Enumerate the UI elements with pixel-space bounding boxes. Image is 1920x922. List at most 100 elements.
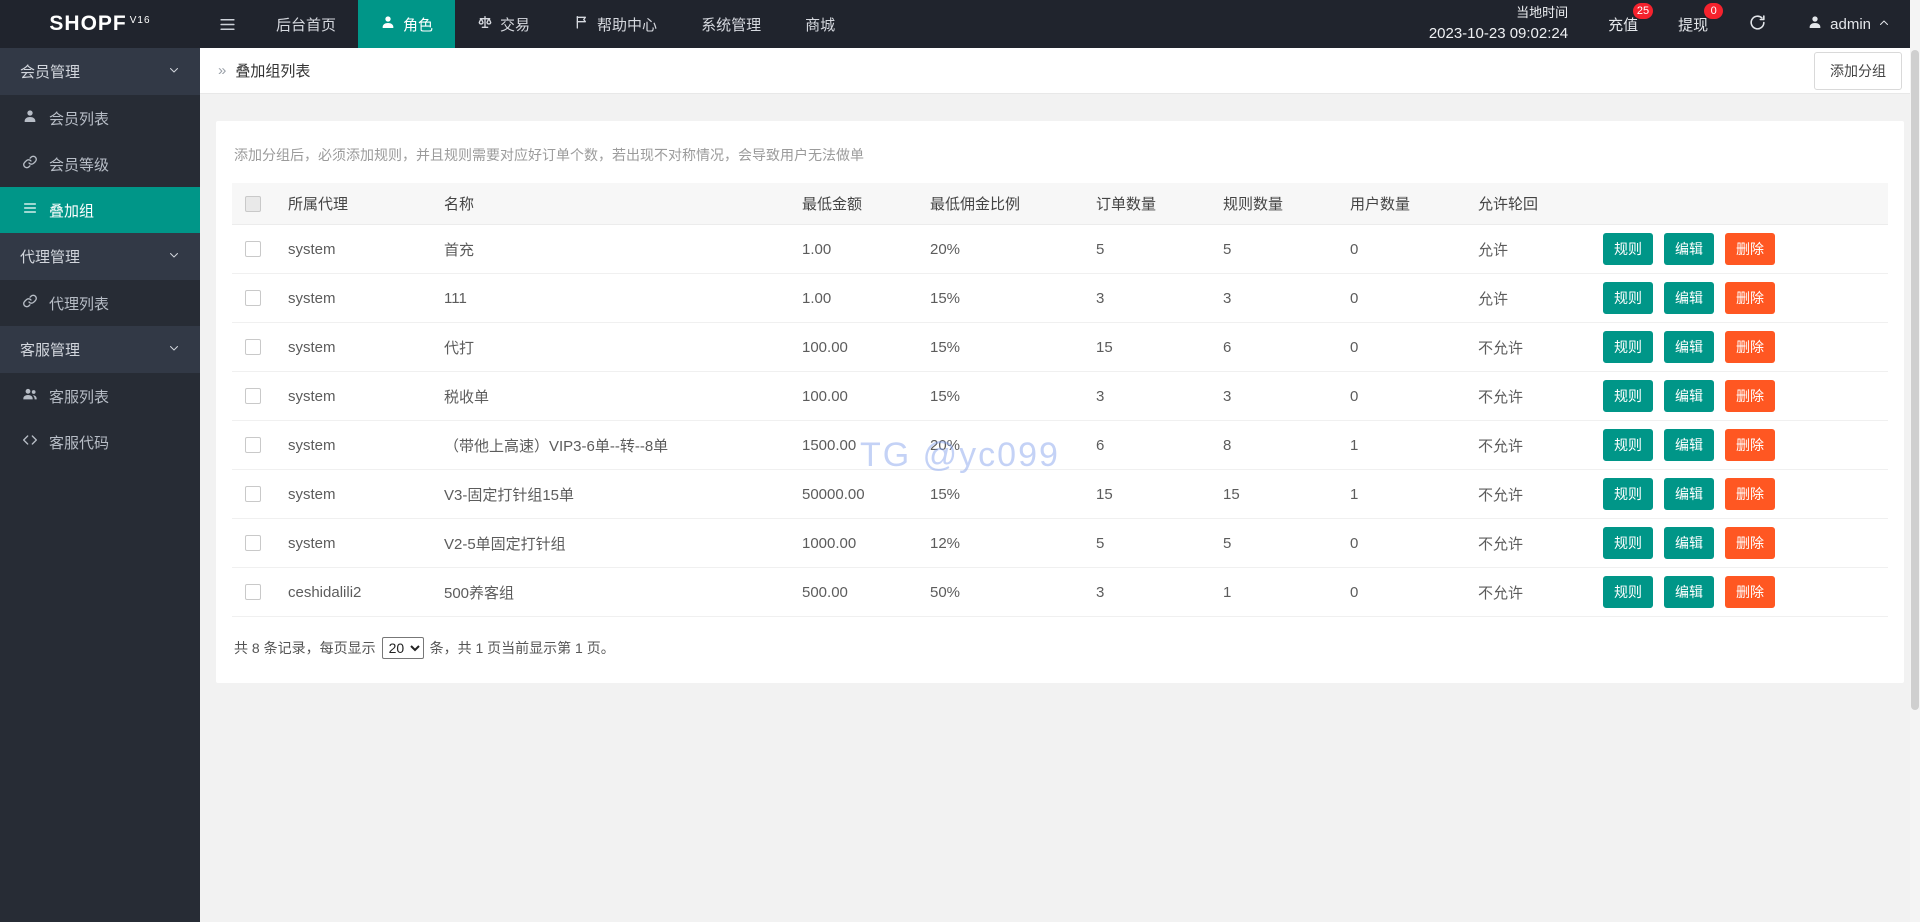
cell-orders: 3 (1096, 289, 1105, 307)
sidebar-item-service-code[interactable]: 客服代码 (0, 419, 200, 465)
table-row: system 111 1.00 15% 3 3 0 允许 规则 编辑 删除 (232, 274, 1888, 323)
table-row: system 首充 1.00 20% 5 5 0 允许 规则 编辑 删除 (232, 225, 1888, 274)
sidebar-item-agent-list[interactable]: 代理列表 (0, 280, 200, 326)
recharge-button[interactable]: 充值 25 (1588, 0, 1658, 48)
user-menu[interactable]: admin (1787, 0, 1910, 48)
delete-button[interactable]: 删除 (1725, 478, 1775, 510)
delete-button[interactable]: 删除 (1725, 380, 1775, 412)
delete-button[interactable]: 删除 (1725, 233, 1775, 265)
nav-item-system[interactable]: 系统管理 (679, 0, 783, 48)
edit-button[interactable]: 编辑 (1664, 429, 1714, 461)
hint-text: 添加分组后，必须添加规则，并且规则需要对应好订单个数，若出现不对称情况，会导致用… (234, 147, 864, 163)
cell-allow-loop: 不允许 (1478, 437, 1524, 455)
sidebar-item-member-level[interactable]: 会员等级 (0, 141, 200, 187)
cell-orders: 6 (1096, 436, 1105, 454)
row-checkbox[interactable] (245, 535, 261, 551)
withdraw-button[interactable]: 提现 0 (1658, 0, 1728, 48)
cell-agent: system (288, 338, 336, 356)
refresh-button[interactable] (1728, 0, 1787, 48)
rule-button[interactable]: 规则 (1603, 331, 1653, 363)
rule-button[interactable]: 规则 (1603, 527, 1653, 559)
delete-button[interactable]: 删除 (1725, 282, 1775, 314)
breadcrumb-caret-icon: » (218, 62, 227, 79)
flag-icon (574, 14, 590, 34)
local-time: 当地时间 2023-10-23 09:02:24 (1409, 0, 1588, 48)
main-content: » 叠加组列表 添加分组 添加分组后，必须添加规则，并且规则需要对应好订单个数，… (200, 0, 1920, 683)
rule-button[interactable]: 规则 (1603, 380, 1653, 412)
cell-name: V3-固定打针组15单 (444, 486, 575, 504)
row-checkbox[interactable] (245, 486, 261, 502)
sidebar: 会员管理 会员列表 会员等级 叠加组 代理管理 代理列表 客服管理 客服列表 客… (0, 48, 200, 922)
row-checkbox[interactable] (245, 584, 261, 600)
row-checkbox[interactable] (245, 339, 261, 355)
row-checkbox[interactable] (245, 241, 261, 257)
topbar-right: 当地时间 2023-10-23 09:02:24 充值 25 提现 0 admi… (1409, 0, 1910, 48)
edit-button[interactable]: 编辑 (1664, 576, 1714, 608)
rule-button[interactable]: 规则 (1603, 576, 1653, 608)
sidebar-item-stack-group[interactable]: 叠加组 (0, 187, 200, 233)
nav-item-home[interactable]: 后台首页 (254, 0, 358, 48)
cell-commission: 15% (930, 485, 961, 503)
cell-min-amount: 100.00 (802, 387, 848, 405)
sidebar-group-service[interactable]: 客服管理 (0, 326, 200, 373)
rule-button[interactable]: 规则 (1603, 478, 1653, 510)
link-icon (22, 293, 38, 313)
cell-agent: system (288, 240, 336, 258)
delete-button[interactable]: 删除 (1725, 429, 1775, 461)
cell-users: 0 (1350, 289, 1359, 307)
scrollbar[interactable] (1910, 0, 1920, 922)
cell-users: 0 (1350, 583, 1359, 601)
cell-commission: 50% (930, 583, 961, 601)
nav-item-help[interactable]: 帮助中心 (552, 0, 679, 48)
cell-rules: 3 (1223, 387, 1232, 405)
withdraw-badge: 0 (1704, 3, 1724, 19)
row-checkbox[interactable] (245, 388, 261, 404)
scrollbar-thumb[interactable] (1911, 50, 1919, 710)
sidebar-group-agent[interactable]: 代理管理 (0, 233, 200, 280)
sidebar-group-member[interactable]: 会员管理 (0, 48, 200, 95)
edit-button[interactable]: 编辑 (1664, 282, 1714, 314)
nav-item-role[interactable]: 角色 (358, 0, 456, 48)
breadcrumb-bar: » 叠加组列表 添加分组 (200, 48, 1920, 94)
cell-name: 首充 (444, 241, 475, 259)
logo-version: V16 (129, 14, 151, 26)
nav-item-trade[interactable]: 交易 (455, 0, 552, 48)
cell-orders: 3 (1096, 583, 1105, 601)
cell-rules: 3 (1223, 289, 1232, 307)
edit-button[interactable]: 编辑 (1664, 478, 1714, 510)
delete-button[interactable]: 删除 (1725, 576, 1775, 608)
rule-button[interactable]: 规则 (1603, 429, 1653, 461)
rule-button[interactable]: 规则 (1603, 233, 1653, 265)
delete-button[interactable]: 删除 (1725, 331, 1775, 363)
cell-min-amount: 50000.00 (802, 485, 865, 503)
table-row: system 税收单 100.00 15% 3 3 0 不允许 规则 编辑 删除 (232, 372, 1888, 421)
row-checkbox[interactable] (245, 290, 261, 306)
edit-button[interactable]: 编辑 (1664, 527, 1714, 559)
cell-min-amount: 1.00 (802, 289, 832, 307)
edit-button[interactable]: 编辑 (1664, 331, 1714, 363)
edit-button[interactable]: 编辑 (1664, 380, 1714, 412)
cell-users: 0 (1350, 338, 1359, 356)
delete-button[interactable]: 删除 (1725, 527, 1775, 559)
nav-item-mall[interactable]: 商城 (783, 0, 857, 48)
cell-min-amount: 1500.00 (802, 436, 857, 454)
cell-users: 0 (1350, 534, 1359, 552)
cell-agent: ceshidalili2 (288, 583, 362, 601)
sidebar-item-member-list[interactable]: 会员列表 (0, 95, 200, 141)
cell-agent: system (288, 289, 336, 307)
rule-button[interactable]: 规则 (1603, 282, 1653, 314)
user-icon (380, 14, 396, 34)
edit-button[interactable]: 编辑 (1664, 233, 1714, 265)
cell-min-amount: 1000.00 (802, 534, 857, 552)
row-checkbox[interactable] (245, 437, 261, 453)
sidebar-item-service-list[interactable]: 客服列表 (0, 373, 200, 419)
select-all-checkbox[interactable] (245, 195, 261, 212)
header-commission: 最低佣金比例 (930, 196, 1021, 213)
page-size-select[interactable]: 20 (381, 637, 424, 659)
pagination: 共 8 条记录，每页显示 20 条，共 1 页当前显示第 1 页。 (232, 637, 1888, 659)
page-info-text: 条，共 1 页当前显示第 1 页。 (429, 640, 615, 656)
cell-commission: 15% (930, 289, 961, 307)
table-row: system V3-固定打针组15单 50000.00 15% 15 15 1 … (232, 470, 1888, 519)
add-group-button[interactable]: 添加分组 (1814, 51, 1902, 90)
hamburger-menu-icon[interactable] (200, 0, 254, 48)
